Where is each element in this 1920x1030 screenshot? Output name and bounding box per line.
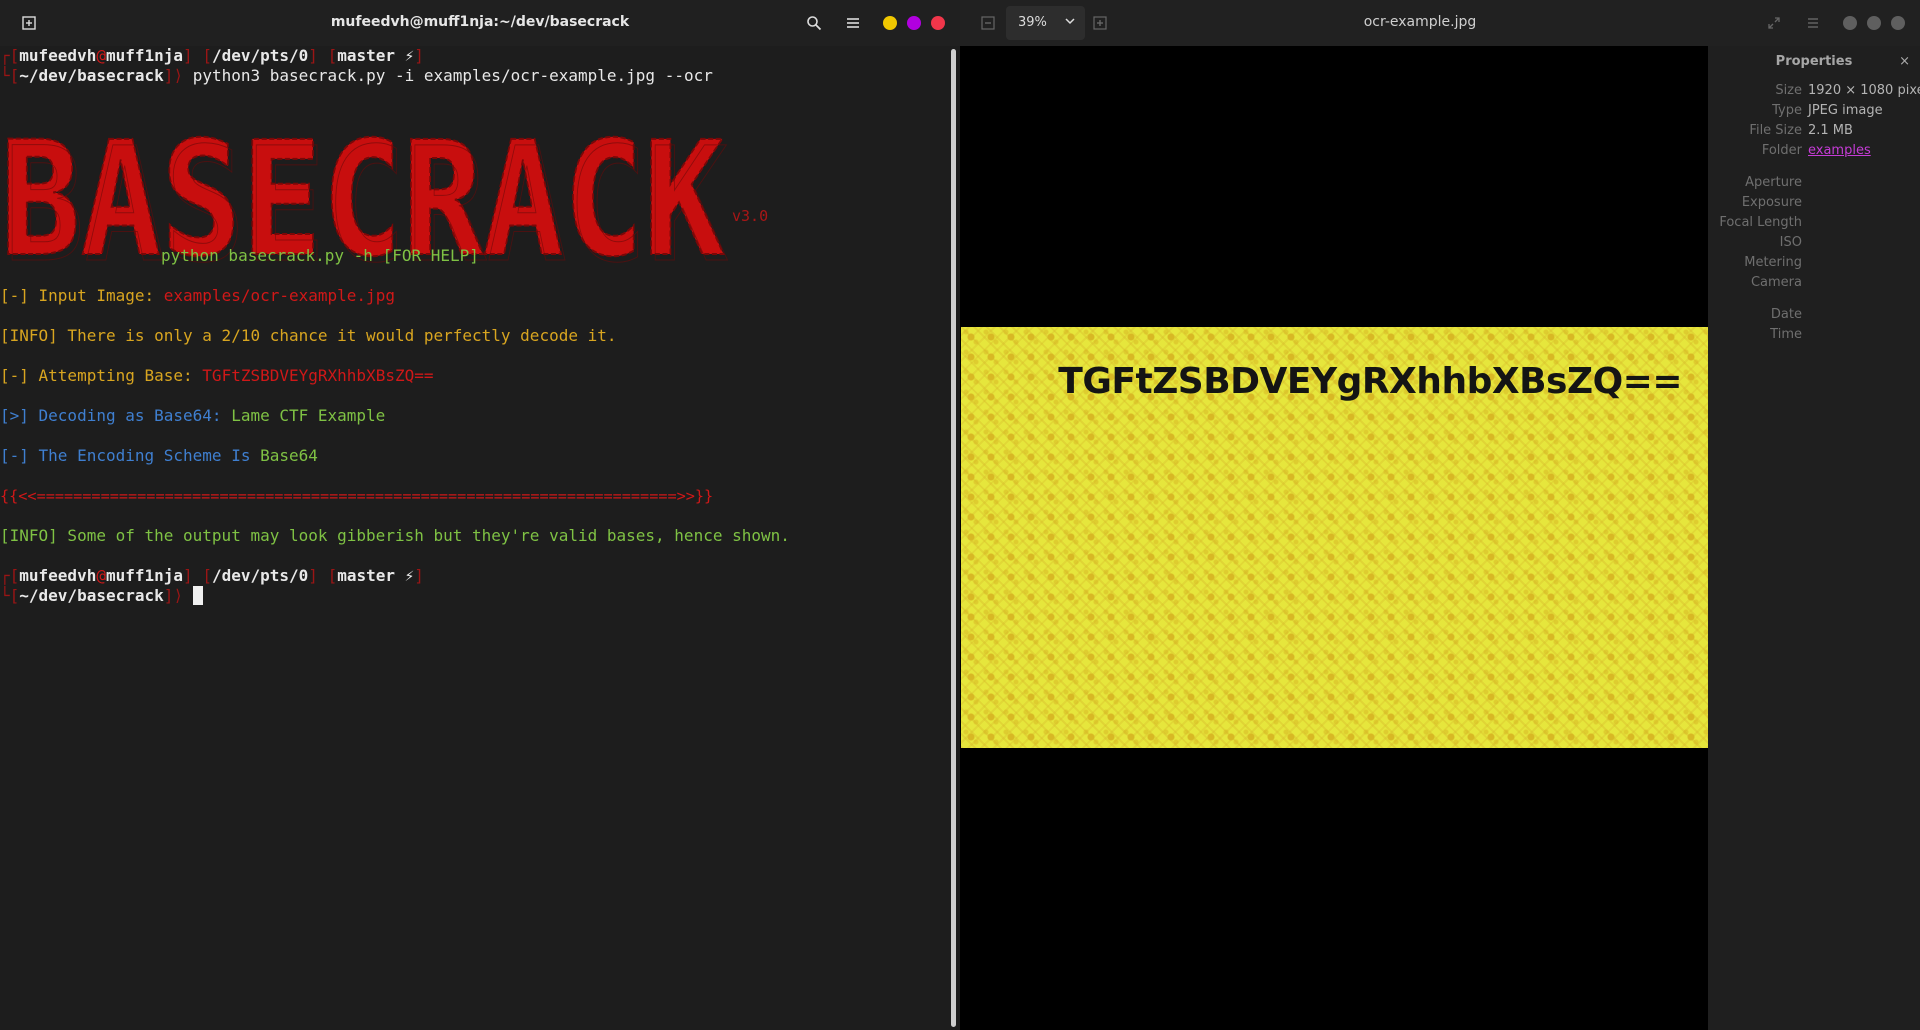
properties-panel: Properties × Size1920 × 1080 pixels Type… <box>1708 46 1920 1030</box>
zoom-dropdown[interactable]: 39% <box>1006 6 1085 40</box>
command-text: python3 basecrack.py -i examples/ocr-exa… <box>192 66 713 85</box>
help-line: python basecrack.py -h [FOR HELP] <box>161 246 479 265</box>
displayed-image: TGFtZSBDVEYgRXhhbXBsZQ== <box>961 327 1708 748</box>
viewer-title: ocr-example.jpg <box>1363 14 1477 30</box>
property-metering: Metering <box>1744 255 1802 270</box>
desktop: mufeedvh@muff1nja:~/dev/basecrack ┌[mufe… <box>0 0 1920 1030</box>
zoom-in-icon[interactable] <box>1088 11 1112 35</box>
property-time: Time <box>1770 327 1802 342</box>
close-button[interactable] <box>1891 16 1905 30</box>
maximize-button[interactable] <box>907 16 921 30</box>
menu-icon[interactable] <box>1801 11 1825 35</box>
property-focal-length: Focal Length <box>1719 215 1802 230</box>
properties-title: Properties <box>1775 54 1853 69</box>
decoding-line: [>] Decoding as Base64: Lame CTF Example <box>0 406 386 425</box>
attempting-base-line: [-] Attempting Base: TGFtZSBDVEYgRXhhbXB… <box>0 366 434 385</box>
property-iso: ISO <box>1779 235 1802 250</box>
info-chance-line: [INFO] There is only a 2/10 chance it wo… <box>0 326 617 345</box>
terminal-output[interactable]: ┌[mufeedvh@muff1nja] [/dev/pts/0] [maste… <box>0 46 948 1030</box>
version-label: v3.0 <box>732 207 769 225</box>
terminal-header-bar: mufeedvh@muff1nja:~/dev/basecrack <box>0 0 960 46</box>
property-date: Date <box>1770 307 1802 322</box>
image-viewer-window: 39% ocr-example.jpg TGFtZSBDVEYgRXhhbXBs… <box>960 0 1920 1030</box>
minimize-button[interactable] <box>1843 16 1857 30</box>
input-image-line: [-] Input Image: examples/ocr-example.jp… <box>0 286 395 305</box>
viewer-header-bar: 39% ocr-example.jpg <box>960 0 1920 46</box>
search-icon[interactable] <box>802 11 826 35</box>
scheme-line: [-] The Encoding Scheme Is Base64 <box>0 446 318 465</box>
terminal-window: mufeedvh@muff1nja:~/dev/basecrack ┌[mufe… <box>0 0 960 1030</box>
image-canvas[interactable]: TGFtZSBDVEYgRXhhbXBsZQ== <box>960 46 1708 1030</box>
info-gibberish-line: [INFO] Some of the output may look gibbe… <box>0 526 790 545</box>
maximize-button[interactable] <box>1867 16 1881 30</box>
folder-link[interactable]: examples <box>1808 142 1871 160</box>
terminal-scrollbar[interactable] <box>951 49 956 1027</box>
terminal-title: mufeedvh@muff1nja:~/dev/basecrack <box>330 14 630 30</box>
prompt-line-2: ┌[mufeedvh@muff1nja] [/dev/pts/0] [maste… <box>0 566 424 585</box>
property-file-size: File Size 2.1 MB <box>1749 123 1853 138</box>
minimize-button[interactable] <box>883 16 897 30</box>
chevron-down-icon <box>1064 6 1076 40</box>
terminal-cursor <box>192 586 203 605</box>
fullscreen-icon[interactable] <box>1762 11 1786 35</box>
zoom-level: 39% <box>1018 15 1047 30</box>
close-icon[interactable]: × <box>1899 54 1910 69</box>
close-button[interactable] <box>931 16 945 30</box>
separator-line: {{<<====================================… <box>0 487 714 505</box>
menu-icon[interactable] <box>841 11 865 35</box>
property-aperture: Aperture <box>1745 175 1802 190</box>
property-exposure: Exposure <box>1741 195 1802 210</box>
property-size: Size1920 × 1080 pixels <box>1775 83 1920 98</box>
new-tab-icon[interactable] <box>17 11 41 35</box>
property-folder: Folder examples <box>1761 142 1871 160</box>
command-line: └[~/dev/basecrack]⟩ python3 basecrack.py… <box>0 66 713 85</box>
prompt-line-1: ┌[mufeedvh@muff1nja] [/dev/pts/0] [maste… <box>0 46 424 65</box>
property-type: Type JPEG image <box>1772 103 1883 118</box>
image-text: TGFtZSBDVEYgRXhhbXBsZQ== <box>1058 361 1682 402</box>
current-prompt-line[interactable]: └[~/dev/basecrack]⟩ <box>0 586 203 606</box>
zoom-out-icon[interactable] <box>976 11 1000 35</box>
property-camera: Camera <box>1750 275 1802 290</box>
